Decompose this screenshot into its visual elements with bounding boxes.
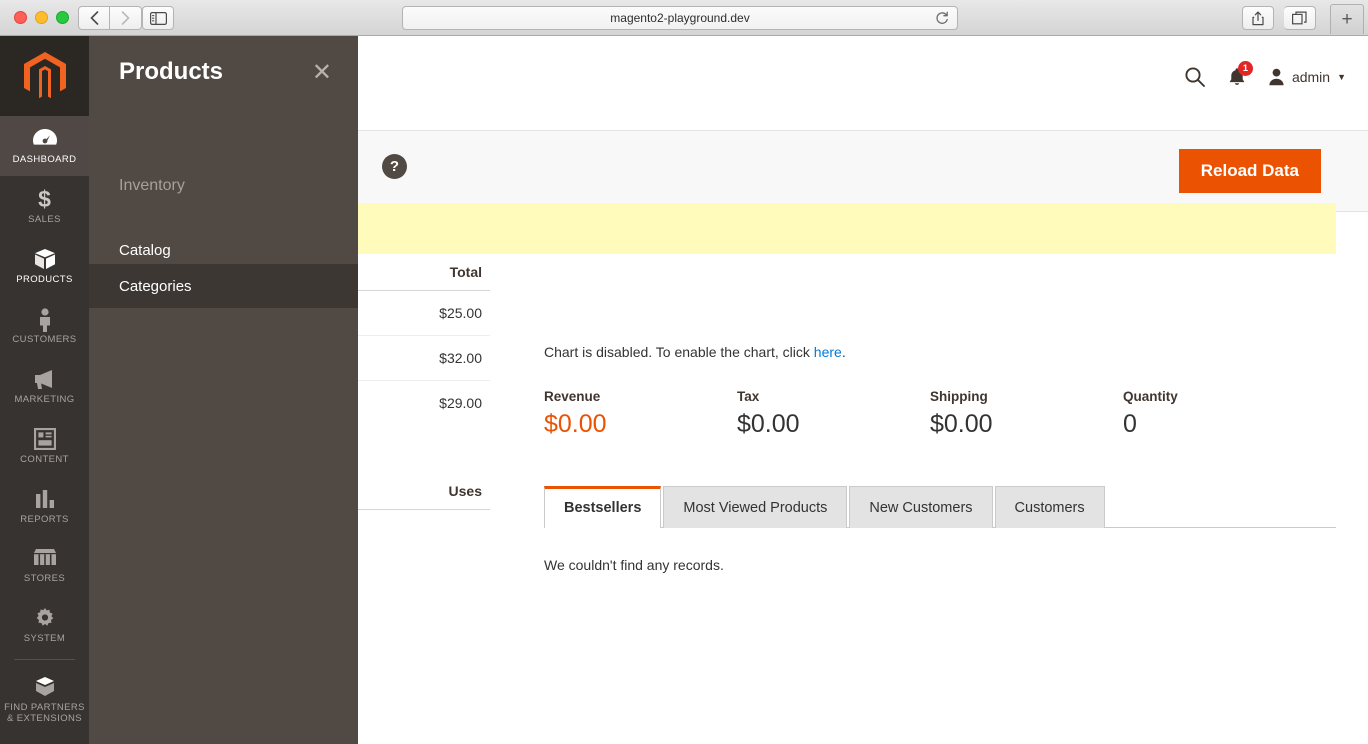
- tab-most-viewed-products[interactable]: Most Viewed Products: [663, 486, 848, 528]
- sidebar-item-label: SYSTEM: [23, 633, 66, 645]
- chevron-right-icon: [121, 11, 130, 25]
- total-value: $0.00: [930, 410, 993, 438]
- back-button[interactable]: [78, 6, 110, 30]
- sidebar-item-label: CONTENT: [20, 453, 69, 465]
- chevron-down-icon: ▼: [1337, 72, 1346, 82]
- tab-panel-content: We couldn't find any records.: [544, 528, 1336, 573]
- help-icon[interactable]: ?: [382, 154, 407, 179]
- blocks-icon: [2, 676, 87, 698]
- admin-user-name: admin: [1291, 69, 1331, 85]
- sidebar-divider: [14, 659, 75, 661]
- megaphone-icon: [2, 368, 87, 390]
- browser-right-buttons: [1242, 6, 1316, 30]
- total-value: $0.00: [544, 410, 607, 438]
- sidebar-item-reports[interactable]: REPORTS: [0, 476, 89, 536]
- share-icon: [1252, 11, 1264, 25]
- total-quantity: Quantity 0: [1123, 389, 1316, 439]
- window-traffic-lights: [14, 11, 69, 24]
- search-icon: [1185, 67, 1205, 87]
- browser-nav-buttons: [78, 6, 142, 30]
- page-viewport: 1 admin ▼ Dashboard ? Reload Data his ac…: [0, 36, 1368, 744]
- products-flyout-menu: Products ✕ Inventory Catalog Categories: [89, 36, 358, 744]
- sidebar-item-label: SALES: [28, 213, 61, 225]
- sidebar-item-products[interactable]: PRODUCTS: [0, 236, 89, 296]
- minimize-window-button[interactable]: [35, 11, 48, 24]
- total-label: Quantity: [1123, 389, 1178, 404]
- sidebar-item-system[interactable]: SYSTEM: [0, 595, 89, 655]
- total-value: 0: [1123, 410, 1137, 438]
- sidebar-toggle-icon: [149, 11, 167, 25]
- sidebar-item-stores[interactable]: STORES: [0, 535, 89, 595]
- sidebar-item-dashboard[interactable]: DASHBOARD: [0, 116, 89, 176]
- sidebar-item-sales[interactable]: $ SALES: [0, 176, 89, 236]
- sidebar-item-marketing[interactable]: MARKETING: [0, 356, 89, 416]
- notifications-button[interactable]: 1: [1228, 61, 1253, 87]
- reload-data-button[interactable]: Reload Data: [1178, 149, 1321, 193]
- reload-icon: [936, 11, 948, 24]
- new-tab-button[interactable]: +: [1330, 4, 1364, 34]
- address-bar-text: magento2-playground.dev: [610, 11, 750, 25]
- enable-chart-link[interactable]: here: [814, 344, 842, 360]
- share-button[interactable]: [1242, 6, 1274, 30]
- maximize-window-button[interactable]: [56, 11, 69, 24]
- tab-bestsellers[interactable]: Bestsellers: [544, 486, 662, 528]
- chevron-left-icon: [89, 11, 98, 25]
- dashboard-tabs: Bestsellers Most Viewed Products New Cus…: [544, 485, 1336, 528]
- storefront-icon: [2, 547, 87, 569]
- show-tabs-icon: [1292, 11, 1307, 25]
- empty-records-message: We couldn't find any records.: [544, 557, 724, 573]
- dollar-icon: $: [38, 185, 51, 212]
- gear-icon: [2, 607, 87, 629]
- magento-logo[interactable]: [0, 36, 89, 116]
- total-label: Shipping: [930, 389, 988, 404]
- total-tax: Tax $0.00: [737, 389, 930, 439]
- flyout-section-label: Inventory: [119, 177, 185, 194]
- search-button[interactable]: [1184, 66, 1206, 88]
- total-label: Revenue: [544, 389, 601, 404]
- chart-note-prefix: Chart is disabled. To enable the chart, …: [544, 344, 814, 360]
- gauge-icon: [2, 128, 87, 150]
- forward-button[interactable]: [110, 6, 142, 30]
- tab-customers[interactable]: Customers: [994, 486, 1105, 528]
- sidebar-toggle-button[interactable]: [142, 6, 174, 30]
- chart-disabled-note: Chart is disabled. To enable the chart, …: [544, 254, 1336, 360]
- sidebar-item-label: REPORTS: [20, 513, 69, 525]
- sidebar-item-label: DASHBOARD: [12, 154, 77, 165]
- sidebar-item-find-partners[interactable]: FIND PARTNERS & EXTENSIONS: [0, 664, 89, 735]
- sidebar-item-label: PRODUCTS: [16, 273, 73, 285]
- layout-icon: [2, 427, 87, 450]
- sidebar-item-content[interactable]: CONTENT: [0, 416, 89, 476]
- sidebar-item-customers[interactable]: CUSTOMERS: [0, 296, 89, 356]
- flyout-item-categories[interactable]: Categories: [89, 264, 358, 308]
- browser-chrome: magento2-playground.dev +: [0, 0, 1368, 36]
- new-tab-label: +: [1341, 8, 1353, 30]
- admin-user-menu[interactable]: admin ▼: [1268, 68, 1346, 86]
- user-avatar-icon: [1269, 68, 1284, 86]
- address-bar[interactable]: magento2-playground.dev: [402, 6, 958, 30]
- sidebar-item-label: MARKETING: [14, 393, 75, 405]
- sidebar-item-label: STORES: [23, 573, 66, 585]
- total-label: Tax: [737, 389, 760, 404]
- total-shipping: Shipping $0.00: [930, 389, 1123, 439]
- show-tabs-button[interactable]: [1284, 6, 1316, 30]
- total-revenue: Revenue $0.00: [544, 389, 737, 439]
- dashboard-right-column: Chart is disabled. To enable the chart, …: [544, 254, 1336, 573]
- notification-count-badge: 1: [1237, 61, 1253, 76]
- close-window-button[interactable]: [14, 11, 27, 24]
- dashboard-totals: Revenue $0.00 Tax $0.00 Shipping $0.00 Q…: [544, 389, 1336, 439]
- box-icon: [2, 248, 87, 270]
- flyout-title: Products: [119, 58, 224, 85]
- admin-header-actions: 1 admin ▼: [1184, 61, 1346, 88]
- reload-page-button[interactable]: [935, 11, 949, 29]
- close-icon[interactable]: ✕: [312, 61, 332, 85]
- magento-logo-icon: [23, 52, 66, 99]
- person-icon: [2, 308, 87, 332]
- sidebar-item-label: FIND PARTNERS & EXTENSIONS: [4, 702, 85, 725]
- sidebar-item-label: CUSTOMERS: [12, 333, 77, 345]
- admin-sidebar: DASHBOARD $ SALES PRODUCTS CUSTOMERS MAR…: [0, 36, 89, 744]
- tab-new-customers[interactable]: New Customers: [849, 486, 993, 528]
- total-value: $0.00: [737, 410, 800, 438]
- chart-note-suffix: .: [841, 344, 846, 360]
- bar-chart-icon: [2, 488, 87, 510]
